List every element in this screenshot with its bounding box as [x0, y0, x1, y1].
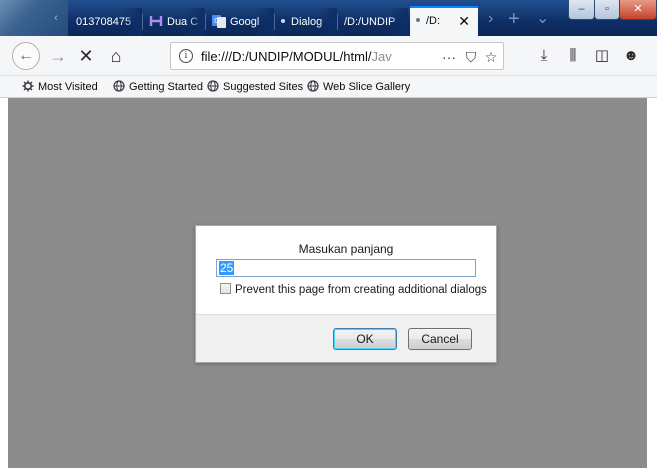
navigation-toolbar: ← → ✕ ⌂ i file:///D:/UNDIP/MODUL/html/Ja…: [0, 36, 657, 76]
globe-icon: [207, 80, 219, 92]
new-tab-icon[interactable]: +: [508, 9, 520, 29]
sidebar-icon[interactable]: ◫: [589, 42, 615, 70]
downloads-icon[interactable]: ⤓: [531, 42, 557, 70]
prompt-input-value: 25: [219, 261, 235, 275]
prompt-input[interactable]: 25: [216, 259, 476, 277]
scroll-tabs-right-icon[interactable]: ›: [488, 10, 493, 28]
tab-1[interactable]: 013708475: [70, 8, 142, 36]
gear-icon: [22, 80, 34, 92]
forward-button[interactable]: →: [44, 42, 72, 70]
dialog-message: Masukan panjang: [298, 242, 394, 256]
minimize-button[interactable]: –: [568, 0, 595, 20]
dialog-footer: OK Cancel: [196, 314, 496, 362]
tab-4[interactable]: Dialog: [275, 8, 337, 36]
maximize-icon: ▫: [605, 3, 609, 15]
tab-label: 013708475: [76, 16, 132, 28]
close-window-button[interactable]: ✕: [619, 0, 657, 20]
bookmark-star-icon[interactable]: ☆: [481, 47, 501, 67]
stop-button[interactable]: ✕: [72, 42, 100, 70]
close-icon: ✕: [633, 3, 643, 15]
page-actions-icon[interactable]: ···: [439, 47, 459, 67]
tab-label: Googl: [230, 16, 260, 28]
tab-strip: ‹ 013708475 Dua C G Googl Dialog /D:/UND…: [0, 0, 657, 36]
tab-label: /D:: [426, 15, 441, 27]
site-info-icon[interactable]: i: [179, 49, 193, 63]
home-button[interactable]: ⌂: [102, 42, 130, 70]
minimize-icon: –: [578, 3, 585, 15]
close-tab-icon[interactable]: ✕: [458, 8, 470, 34]
bookmark-suggested-sites[interactable]: Suggested Sites: [207, 79, 303, 95]
tab-dot-icon: [416, 18, 420, 22]
window-left-edge: [0, 98, 8, 468]
tab-dot-icon: [281, 19, 285, 23]
prevent-dialogs-checkbox[interactable]: Prevent this page from creating addition…: [220, 282, 487, 298]
ok-button[interactable]: OK: [333, 328, 397, 350]
tab-5[interactable]: /D:/UNDIP: [338, 8, 408, 36]
bookmark-label: Getting Started: [129, 81, 203, 93]
library-icon[interactable]: ⫼: [560, 42, 586, 70]
cancel-button[interactable]: Cancel: [408, 328, 472, 350]
svg-text:G: G: [214, 17, 219, 25]
pocket-icon[interactable]: ⛉: [461, 47, 481, 67]
globe-icon: [307, 80, 319, 92]
url-text[interactable]: file:///D:/UNDIP/MODUL/html/Jav: [201, 49, 421, 65]
bookmark-label: Most Visited: [38, 81, 98, 93]
prompt-dialog: Masukan panjang 25 Prevent this page fro…: [195, 225, 497, 363]
bookmark-web-slice-gallery[interactable]: Web Slice Gallery: [307, 79, 410, 95]
tab-label: Dialog: [291, 16, 323, 28]
chevron-down-icon[interactable]: ⌄: [536, 10, 549, 28]
scroll-tabs-left-icon[interactable]: ‹: [50, 12, 62, 24]
url-bar[interactable]: i file:///D:/UNDIP/MODUL/html/Jav ··· ⛉ …: [170, 42, 504, 70]
tab-active[interactable]: /D: ✕: [410, 6, 478, 36]
bookmark-label: Web Slice Gallery: [323, 81, 411, 93]
maximize-button[interactable]: ▫: [594, 0, 620, 20]
window-right-edge: [647, 98, 657, 468]
extension-icon[interactable]: ☻: [618, 42, 644, 70]
tab-label: /D:/UNDIP: [344, 16, 396, 28]
checkbox-box[interactable]: [220, 283, 231, 294]
checkbox-label: Prevent this page from creating addition…: [235, 284, 487, 296]
bookmark-getting-started[interactable]: Getting Started: [113, 79, 203, 95]
tab-3[interactable]: G Googl: [206, 8, 274, 36]
back-button[interactable]: ←: [12, 42, 40, 70]
google-translate-icon: G: [212, 11, 226, 28]
hackerrank-icon: [149, 11, 163, 26]
bookmarks-toolbar: Most Visited Getting Started Suggested S…: [0, 76, 657, 98]
bookmark-label: Suggested Sites: [223, 81, 304, 93]
globe-icon: [113, 80, 125, 92]
bookmark-most-visited[interactable]: Most Visited: [22, 79, 98, 95]
tab-2[interactable]: Dua C: [143, 8, 205, 36]
